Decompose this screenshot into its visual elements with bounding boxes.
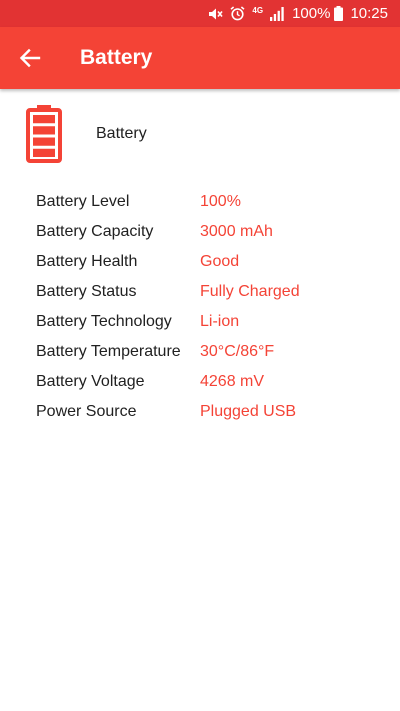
- info-label: Battery Temperature: [36, 343, 181, 360]
- info-label: Battery Level: [36, 193, 130, 210]
- info-value: 100%: [200, 193, 241, 210]
- mute-icon: [207, 6, 224, 22]
- battery-icon: [334, 6, 344, 21]
- battery-segment: [33, 137, 55, 146]
- info-value: Plugged USB: [200, 403, 297, 420]
- battery-header-label: Battery: [96, 125, 147, 142]
- battery-segment: [33, 148, 55, 157]
- info-row-battery-capacity: Battery Capacity 3000 mAh: [0, 217, 400, 247]
- network-type-label: 4G: [252, 6, 263, 15]
- info-value: 3000 mAh: [200, 223, 273, 240]
- status-bar: 4G 100% 10:25: [0, 0, 400, 27]
- app-bar: Battery: [0, 27, 400, 89]
- battery-segment: [33, 126, 55, 135]
- info-value: Fully Charged: [200, 283, 300, 300]
- battery-header: Battery: [0, 100, 400, 166]
- info-row-battery-level: Battery Level 100%: [0, 187, 400, 217]
- info-label: Battery Technology: [36, 313, 172, 330]
- info-label: Power Source: [36, 403, 137, 420]
- battery-segments: [33, 115, 55, 157]
- info-row-battery-voltage: Battery Voltage 4268 mV: [0, 367, 400, 397]
- info-row-battery-health: Battery Health Good: [0, 247, 400, 277]
- back-arrow-icon: [19, 48, 41, 68]
- alarm-icon: [230, 6, 245, 21]
- status-time: 10:25: [350, 5, 388, 22]
- info-row-power-source: Power Source Plugged USB: [0, 397, 400, 427]
- signal-icon: [270, 6, 285, 21]
- info-value: Good: [200, 253, 240, 270]
- info-label: Battery Voltage: [36, 373, 145, 390]
- info-value: 30°C/86°F: [200, 343, 275, 360]
- battery-info-list: Battery Level 100% Battery Capacity 3000…: [0, 187, 400, 427]
- page-title: Battery: [80, 46, 153, 69]
- battery-percent: 100%: [292, 5, 331, 22]
- info-row-battery-status: Battery Status Fully Charged: [0, 277, 400, 307]
- info-label: Battery Status: [36, 283, 137, 300]
- network-type-text: 4G: [252, 5, 264, 15]
- info-value: Li-ion: [200, 313, 240, 330]
- info-row-battery-temperature: Battery Temperature 30°C/86°F: [0, 337, 400, 367]
- battery-level-icon: [26, 105, 62, 163]
- info-label: Battery Health: [36, 253, 138, 270]
- info-row-battery-technology: Battery Technology Li-ion: [0, 307, 400, 337]
- back-button[interactable]: [12, 40, 48, 76]
- info-label: Battery Capacity: [36, 223, 154, 240]
- battery-segment: [33, 115, 55, 124]
- info-value: 4268 mV: [200, 373, 265, 390]
